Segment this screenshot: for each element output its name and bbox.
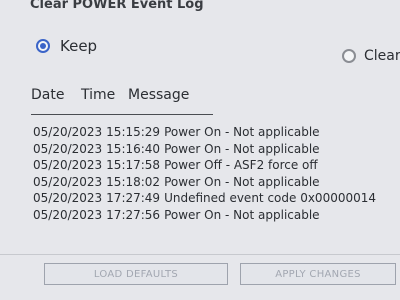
page-title: Clear POWER Event Log (30, 0, 204, 12)
log-message: Undefined event code 0x00000014 (164, 191, 377, 206)
load-defaults-button[interactable]: LOAD DEFAULTS (44, 263, 228, 285)
log-message: Power Off - ASF2 force off (164, 158, 318, 173)
log-time: 15:15:29 (106, 125, 161, 139)
log-date: 05/20/2023 (33, 207, 103, 222)
log-message: Power On - Not applicable (164, 174, 320, 189)
log-entry: 05/20/2023 17:27:56 Power On - Not applica… (33, 207, 380, 224)
log-time: 15:17:58 (106, 158, 161, 173)
log-time: 17:27:56 (106, 207, 161, 222)
log-entry: 05/20/2023 15:16:40 Power On - Not applica… (33, 141, 380, 158)
log-date: 05/20/2023 (33, 191, 103, 206)
apply-changes-button[interactable]: APPLY CHANGES (240, 263, 396, 285)
log-column-headers: Date Time Message (31, 87, 189, 103)
event-log-panel: Clear POWER Event Log Keep Clear Date Ti… (0, 0, 400, 300)
log-time: 15:16:40 (106, 141, 161, 156)
log-entry: 05/20/2023 15:17:58 Power Off - ASF2 force… (33, 157, 380, 174)
log-entry: 05/20/2023 15:18:02 Power On - Not applica… (33, 174, 380, 191)
radio-selected-icon (36, 39, 50, 53)
keep-label: Keep (60, 37, 98, 55)
header-divider (31, 114, 213, 115)
radio-unselected-icon (342, 49, 356, 63)
log-time: 17:27:49 (106, 191, 161, 206)
clear-label: Clear (364, 48, 400, 64)
keep-radio[interactable]: Keep (36, 37, 97, 55)
column-header-time: Time (81, 87, 116, 103)
event-log-list: 05/20/2023 15:15:29 Power On - Not applica… (33, 124, 380, 224)
log-time: 15:18:02 (106, 174, 161, 189)
clear-radio[interactable]: Clear (342, 48, 400, 64)
log-entry: 05/20/2023 15:15:29 Power On - Not applica… (33, 124, 380, 141)
column-header-message: Message (128, 87, 190, 103)
log-date: 05/20/2023 (33, 174, 103, 189)
log-message: Power On - Not applicable (164, 125, 320, 139)
log-date: 05/20/2023 (33, 158, 103, 173)
log-message: Power On - Not applicable (164, 141, 320, 156)
log-date: 05/20/2023 (33, 141, 103, 156)
column-header-date: Date (31, 87, 65, 103)
footer-divider (0, 254, 400, 255)
log-entry: 05/20/2023 17:27:49 Undefined event code 0… (33, 190, 380, 207)
log-date: 05/20/2023 (33, 125, 103, 139)
log-message: Power On - Not applicable (164, 207, 320, 222)
